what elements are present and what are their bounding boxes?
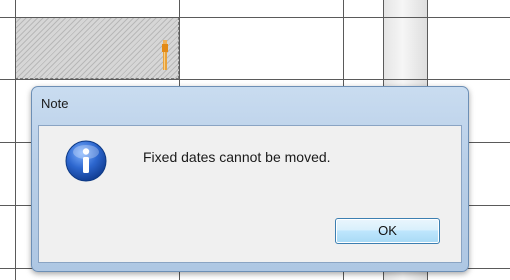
dialog-body: Fixed dates cannot be moved. OK [38,125,462,263]
grid-line [15,0,16,280]
info-icon [65,140,107,182]
grid-line [0,79,510,80]
grid-line [0,17,510,18]
dialog-title: Note [41,96,69,111]
pin-icon [162,40,168,70]
screen: Note Fixed dates cannot be moved. OK [0,0,510,280]
message-dialog: Note Fixed dates cannot be moved. OK [31,86,469,272]
dialog-message: Fixed dates cannot be moved. [143,149,331,165]
fixed-date-cell[interactable] [15,17,179,79]
ok-button[interactable]: OK [335,218,440,244]
